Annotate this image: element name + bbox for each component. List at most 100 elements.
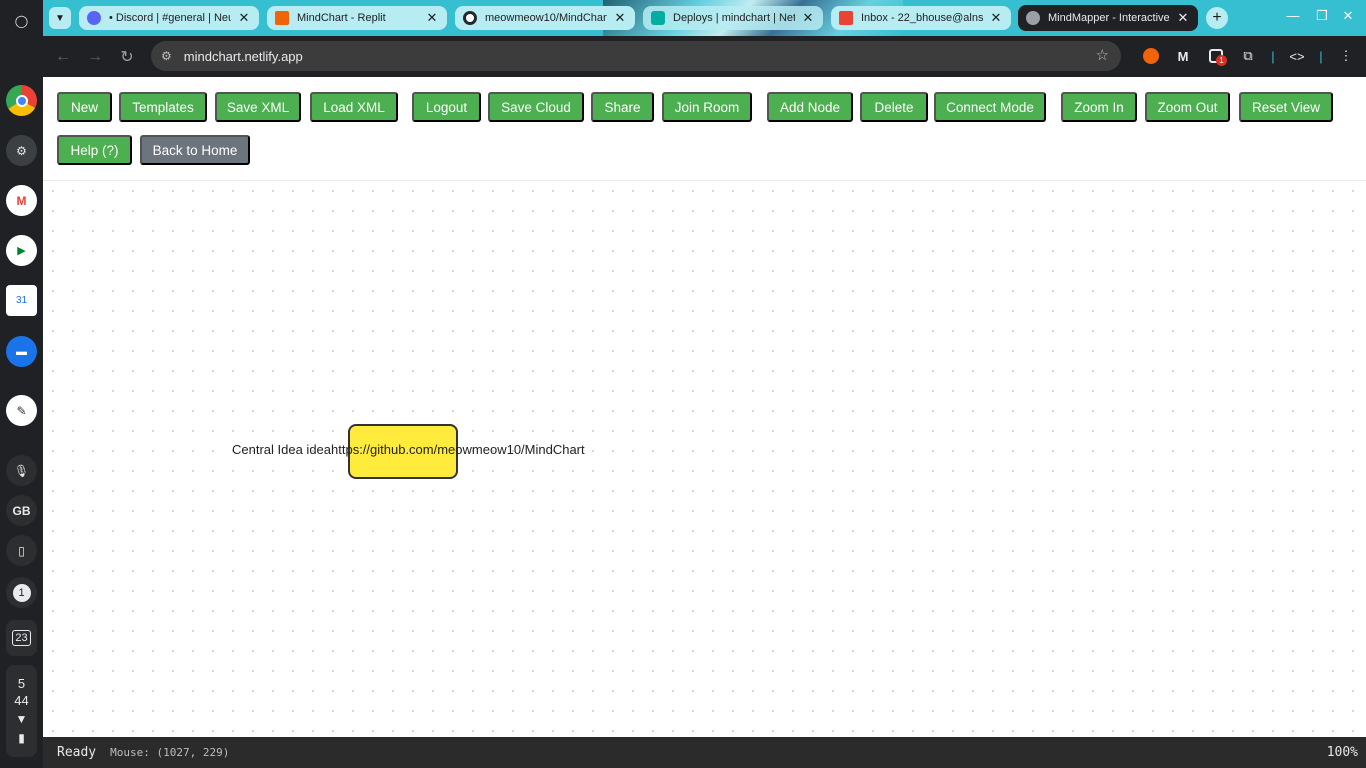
settings-app-icon[interactable]: ⚙	[6, 135, 37, 166]
back-button[interactable]: ←	[51, 45, 75, 69]
browser-menu-button[interactable]: ⋮	[1336, 46, 1356, 66]
minimize-icon: —	[1286, 8, 1300, 23]
delete-button[interactable]: Delete	[860, 92, 928, 122]
tab-netlify-deploys[interactable]: Deploys | mindchart | Netl ✕	[643, 6, 823, 30]
zoom-in-button[interactable]: Zoom In	[1061, 92, 1137, 122]
files-app-icon[interactable]: ▬	[6, 336, 37, 367]
arrow-left-icon: ←	[55, 48, 71, 65]
bookmark-star-icon[interactable]: ☆	[1096, 46, 1109, 64]
save-cloud-button[interactable]: Save Cloud	[488, 92, 584, 122]
calendar-app-icon[interactable]: 31	[6, 285, 37, 316]
close-icon[interactable]: ✕	[1176, 10, 1190, 26]
tab-github[interactable]: meowmeow10/MindChart ✕	[455, 6, 635, 30]
close-icon[interactable]: ✕	[989, 10, 1003, 26]
node-label: Central Idea ideahttps://github.com/meow…	[232, 442, 585, 457]
tab-discord[interactable]: • Discord | #general | Neu ✕	[79, 6, 259, 30]
plus-icon: +	[1212, 9, 1222, 26]
maximize-button[interactable]: ❐	[1312, 8, 1332, 24]
wifi-icon: ▼	[15, 712, 28, 726]
mouse-position-readout: Mouse: (1027, 229)	[110, 746, 230, 759]
divider-icon: |	[1271, 48, 1275, 64]
kebab-menu-icon: ⋮	[1339, 48, 1353, 63]
status-text: Ready	[57, 745, 97, 760]
divider-icon: |	[1319, 48, 1323, 64]
notification-count-badge: 1	[12, 583, 31, 602]
date-tray[interactable]: 23	[6, 620, 37, 656]
netlify-favicon-icon	[651, 11, 665, 25]
launcher-icon[interactable]: ◯	[6, 5, 37, 36]
minimize-button[interactable]: —	[1283, 8, 1303, 23]
status-tray[interactable]: 5 44 ▼ ▮	[6, 665, 37, 757]
mindmapper-app: New Templates Save XML Load XML Logout S…	[43, 77, 1366, 768]
reload-button[interactable]: ↻	[115, 45, 139, 69]
zoom-level: 100%	[1326, 745, 1358, 760]
brave-extension-icon[interactable]	[1141, 46, 1161, 66]
address-bar[interactable]: ⚙ mindchart.netlify.app ☆	[151, 41, 1121, 71]
add-node-button[interactable]: Add Node	[767, 92, 853, 122]
browser-toolbar: ← → ↻ ⚙ mindchart.netlify.app ☆ M 1 ⧉ | …	[43, 36, 1366, 77]
app-toolbar: New Templates Save XML Load XML Logout S…	[43, 77, 1366, 181]
join-room-button[interactable]: Join Room	[662, 92, 752, 122]
reload-icon: ↻	[120, 49, 134, 66]
chromeos-shelf: ◯ ⚙ M ▶ 31 ▬ ✎ 🎙 GB ▯ 1 23 5 44 ▼ ▮	[0, 0, 43, 768]
chevron-down-icon: ▼	[55, 12, 65, 24]
calendar-date: 23	[12, 630, 31, 646]
tab-title: Inbox - 22_bhouse@alnsc	[861, 12, 983, 24]
meet-app-icon[interactable]: ▶	[6, 235, 37, 266]
new-button[interactable]: New	[57, 92, 112, 122]
forward-button[interactable]: →	[83, 45, 107, 69]
new-tab-button[interactable]: +	[1206, 7, 1228, 29]
help-button[interactable]: Help (?)	[57, 135, 132, 165]
extensions-puzzle-icon[interactable]: ⧉	[1238, 46, 1258, 66]
user-avatar[interactable]: GB	[6, 495, 37, 526]
close-icon[interactable]: ✕	[425, 10, 439, 26]
templates-button[interactable]: Templates	[119, 92, 207, 122]
notification-counter[interactable]: 1	[6, 577, 37, 608]
logout-button[interactable]: Logout	[412, 92, 481, 122]
maximize-icon: ❐	[1316, 8, 1328, 23]
clock-hour: 5	[17, 676, 26, 691]
site-info-icon[interactable]: ⚙	[161, 49, 172, 63]
connect-mode-button[interactable]: Connect Mode	[934, 92, 1046, 122]
extension-badge: 1	[1216, 55, 1227, 66]
close-icon: ✕	[1342, 8, 1354, 23]
chrome-app-icon[interactable]	[6, 85, 37, 116]
arrow-right-icon: →	[87, 48, 103, 65]
github-favicon-icon	[463, 11, 477, 25]
tab-strip: ▼ • Discord | #general | Neu ✕ MindChart…	[43, 0, 1366, 36]
tab-title: MindMapper - Interactive	[1048, 12, 1170, 24]
tab-title: Deploys | mindchart | Netl	[673, 12, 795, 24]
status-bar: Ready Mouse: (1027, 229) 100%	[43, 737, 1366, 768]
tab-gmail-inbox[interactable]: Inbox - 22_bhouse@alnsc ✕	[831, 6, 1011, 30]
battery-icon: ▮	[18, 731, 25, 745]
extension-icon[interactable]: 1	[1206, 46, 1227, 66]
gmail-app-icon[interactable]: M	[6, 185, 37, 216]
tab-search-button[interactable]: ▼	[49, 7, 71, 29]
browser-window: ▼ • Discord | #general | Neu ✕ MindChart…	[43, 0, 1366, 768]
close-icon[interactable]: ✕	[801, 10, 815, 26]
tab-mindmapper[interactable]: MindMapper - Interactive ✕	[1018, 5, 1198, 31]
share-button[interactable]: Share	[591, 92, 654, 122]
zoom-out-button[interactable]: Zoom Out	[1145, 92, 1230, 122]
close-icon[interactable]: ✕	[237, 10, 251, 26]
gmail-favicon-icon	[839, 11, 853, 25]
replit-favicon-icon	[275, 11, 289, 25]
microphone-icon[interactable]: 🎙	[6, 455, 37, 486]
save-xml-button[interactable]: Save XML	[215, 92, 301, 122]
globe-favicon-icon	[1026, 11, 1040, 25]
tab-replit[interactable]: MindChart - Replit ✕	[267, 6, 447, 30]
back-to-home-button[interactable]: Back to Home	[140, 135, 250, 165]
phone-hub-icon[interactable]: ▯	[6, 535, 37, 566]
clock-minute: 44	[14, 693, 29, 708]
notes-app-icon[interactable]: ✎	[6, 395, 37, 426]
load-xml-button[interactable]: Load XML	[310, 92, 398, 122]
code-icon[interactable]: <>	[1287, 46, 1307, 66]
discord-favicon-icon	[87, 11, 101, 25]
reset-view-button[interactable]: Reset View	[1239, 92, 1333, 122]
tab-title: • Discord | #general | Neu	[109, 12, 231, 24]
tab-title: meowmeow10/MindChart	[485, 12, 607, 24]
close-icon[interactable]: ✕	[613, 10, 627, 26]
mindmap-canvas[interactable]: Central Idea ideahttps://github.com/meow…	[43, 181, 1366, 737]
close-window-button[interactable]: ✕	[1338, 8, 1358, 24]
malwarebytes-extension-icon[interactable]: M	[1173, 46, 1193, 66]
